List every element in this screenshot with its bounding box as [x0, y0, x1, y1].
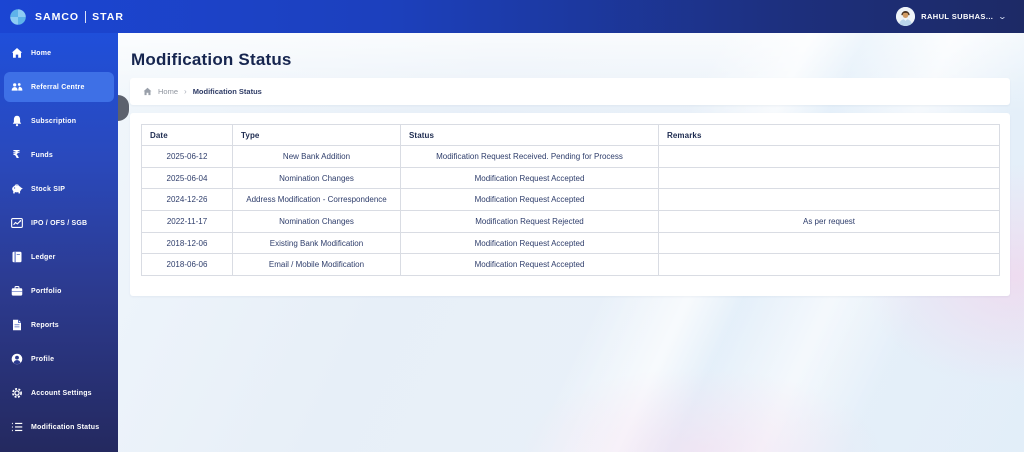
cell-status: Modification Request Received. Pending f…: [400, 145, 659, 168]
sidebar-item-label: Portfolio: [31, 287, 62, 295]
sidebar-item-home[interactable]: Home: [4, 38, 114, 68]
cell-type: Existing Bank Modification: [232, 231, 401, 255]
user-menu[interactable]: RAHUL SUBHAS... ⌄: [896, 0, 1008, 33]
breadcrumb-separator: ›: [184, 87, 187, 96]
home-icon: [143, 87, 152, 96]
sidebar-item-account-settings[interactable]: Account Settings: [4, 378, 114, 408]
sidebar-item-portfolio[interactable]: Portfolio: [4, 276, 114, 306]
table-row: 2024-12-26 Address Modification - Corresp…: [141, 188, 1000, 212]
piggy-bank-icon: [10, 183, 23, 196]
cell-type: Email / Mobile Modification: [232, 253, 401, 277]
gear-icon: [10, 387, 23, 400]
cell-status: Modification Request Accepted: [400, 188, 659, 212]
main-content: Modification Status Home › Modification …: [118, 33, 1024, 452]
home-icon: [10, 47, 23, 60]
table-row: 2018-12-06 Existing Bank Modification Modi…: [141, 231, 1000, 255]
brand-text: SAMCO STAR: [35, 10, 124, 23]
breadcrumb-home-link[interactable]: Home: [158, 87, 178, 96]
brand-samco: SAMCO: [35, 10, 80, 23]
samco-pinwheel-logo-icon: [8, 7, 28, 27]
column-header-date: Date: [141, 124, 233, 146]
sidebar-item-referral-centre[interactable]: Referral Centre: [4, 72, 114, 102]
column-header-remarks: Remarks: [658, 124, 1000, 146]
table-row: 2022-11-17 Nomination Changes Modification…: [141, 210, 1000, 233]
column-header-type: Type: [232, 124, 401, 146]
cell-remarks: [658, 166, 1000, 190]
modification-status-table: Date Type Status Remarks 2025-06-12 New Bank…: [141, 124, 1000, 277]
report-icon: [10, 319, 23, 332]
cell-remarks: [658, 145, 1000, 168]
sidebar-item-profile[interactable]: Profile: [4, 344, 114, 374]
table-header-row: Date Type Status Remarks: [141, 124, 1000, 146]
user-name: RAHUL SUBHAS...: [921, 12, 994, 21]
breadcrumb-current: Modification Status: [192, 87, 262, 96]
column-header-status: Status: [400, 124, 659, 146]
cell-date: 2025-06-12: [141, 145, 233, 168]
table-card: Date Type Status Remarks 2025-06-12 New Bank…: [130, 113, 1010, 296]
sidebar-item-label: Subscription: [31, 117, 77, 125]
cell-date: 2022-11-17: [141, 210, 233, 233]
cell-type: Address Modification - Correspondence: [232, 188, 401, 212]
cell-remarks: [658, 188, 1000, 212]
sidebar-item-modification-status[interactable]: Modification Status: [4, 412, 114, 442]
page-title: Modification Status: [131, 50, 292, 69]
avatar: [896, 7, 916, 26]
sidebar-item-label: Account Settings: [31, 389, 92, 397]
cell-remarks: [658, 253, 1000, 277]
chevron-down-icon: ⌄: [997, 11, 1008, 21]
cell-date: 2018-06-06: [141, 253, 233, 277]
app-root: SAMCO STAR RAHUL SUBHAS... ⌄ Home Referra…: [0, 0, 1024, 452]
cell-remarks: As per request: [658, 210, 1000, 233]
sidebar-item-label: Stock SIP: [31, 185, 66, 193]
table-row: 2025-06-04 Nomination Changes Modification…: [141, 166, 1000, 190]
sidebar-item-label: Home: [31, 49, 52, 57]
sidebar-item-label: Profile: [31, 355, 55, 363]
cell-date: 2018-12-06: [141, 231, 233, 255]
profile-icon: [10, 353, 23, 366]
bell-icon: [10, 115, 23, 128]
sidebar: Home Referral Centre Subscription ₹ Funds Sto…: [0, 33, 118, 452]
brand-divider: [85, 10, 87, 23]
cell-type: Nomination Changes: [232, 166, 401, 190]
cell-status: Modification Request Accepted: [400, 166, 659, 190]
sidebar-item-label: Modification Status: [31, 423, 100, 431]
chart-icon: [10, 217, 23, 230]
sidebar-item-label: IPO / OFS / SGB: [31, 219, 88, 227]
sidebar-item-subscription[interactable]: Subscription: [4, 106, 114, 136]
table-row: 2025-06-12 New Bank Addition Modification …: [141, 145, 1000, 168]
sidebar-item-funds[interactable]: ₹ Funds: [4, 140, 114, 170]
brand-logo[interactable]: SAMCO STAR: [8, 0, 124, 33]
sidebar-item-label: Funds: [31, 151, 53, 159]
cell-date: 2024-12-26: [141, 188, 233, 212]
cell-type: Nomination Changes: [232, 210, 401, 233]
brand-star: STAR: [92, 10, 124, 23]
sidebar-item-ipo-ofs-sgb[interactable]: IPO / OFS / SGB: [4, 208, 114, 238]
cell-status: Modification Request Accepted: [400, 231, 659, 255]
checklist-icon: [10, 421, 23, 434]
ledger-icon: [10, 251, 23, 264]
sidebar-item-label: Ledger: [31, 253, 56, 261]
users-icon: [10, 81, 23, 94]
topbar: SAMCO STAR RAHUL SUBHAS... ⌄: [0, 0, 1024, 33]
cell-date: 2025-06-04: [141, 166, 233, 190]
cell-status: Modification Request Rejected: [400, 210, 659, 233]
cell-status: Modification Request Accepted: [400, 253, 659, 277]
table-row: 2018-06-06 Email / Mobile Modification Mod…: [141, 253, 1000, 277]
cell-type: New Bank Addition: [232, 145, 401, 168]
sidebar-item-label: Referral Centre: [31, 83, 85, 91]
sidebar-item-reports[interactable]: Reports: [4, 310, 114, 340]
sidebar-item-stock-sip[interactable]: Stock SIP: [4, 174, 114, 204]
briefcase-icon: [10, 285, 23, 298]
sidebar-item-label: Reports: [31, 321, 59, 329]
breadcrumb: Home › Modification Status: [130, 78, 1010, 105]
sidebar-item-ledger[interactable]: Ledger: [4, 242, 114, 272]
rupee-icon: ₹: [12, 148, 21, 161]
cell-remarks: [658, 231, 1000, 255]
